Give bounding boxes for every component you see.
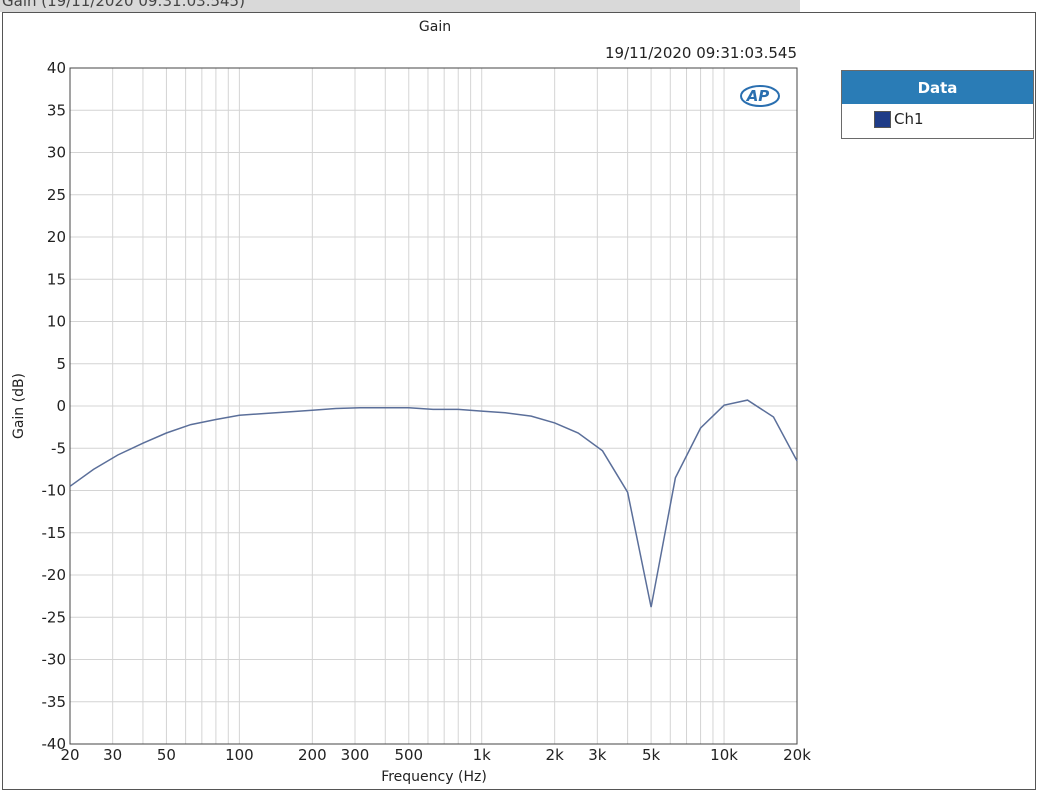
y-tick-label: -40 bbox=[42, 735, 67, 753]
legend-swatch bbox=[874, 110, 891, 128]
y-tick-label: -15 bbox=[42, 524, 67, 542]
x-axis-ticks: 20 30 50 100 200 300 500 1k 2k 3k 5k 10k 20k bbox=[60, 746, 811, 764]
y-tick-label: 25 bbox=[47, 186, 66, 204]
x-tick-label: 3k bbox=[588, 746, 607, 764]
x-tick-label: 500 bbox=[394, 746, 423, 764]
x-tick-label: 10k bbox=[710, 746, 738, 764]
logo-text: AP bbox=[746, 87, 770, 105]
window-tab-title: Gain (19/11/2020 09:31:03.545) bbox=[2, 0, 245, 10]
chart-title: Gain bbox=[419, 19, 451, 35]
y-tick-label: 15 bbox=[47, 270, 66, 288]
x-tick-label: 20k bbox=[783, 746, 811, 764]
y-tick-label: -30 bbox=[42, 651, 67, 669]
legend-item-ch1[interactable]: Ch1 bbox=[842, 104, 1033, 134]
legend-header: Data bbox=[842, 71, 1033, 104]
y-tick-label: 20 bbox=[47, 228, 66, 246]
y-tick-label: 10 bbox=[47, 313, 66, 331]
audio-precision-logo: AP bbox=[740, 85, 780, 107]
x-axis-title: Frequency (Hz) bbox=[381, 769, 487, 785]
y-tick-label: 5 bbox=[56, 355, 66, 373]
legend: Data Ch1 bbox=[841, 70, 1034, 139]
x-tick-label: 300 bbox=[341, 746, 370, 764]
chart-timestamp: 19/11/2020 09:31:03.545 bbox=[605, 44, 797, 62]
x-tick-label: 5k bbox=[642, 746, 661, 764]
y-tick-label: 0 bbox=[56, 397, 66, 415]
y-tick-label: -10 bbox=[42, 482, 67, 500]
x-tick-label: 30 bbox=[103, 746, 122, 764]
window-tab[interactable]: Gain (19/11/2020 09:31:03.545) bbox=[0, 0, 800, 12]
series-line-ch1 bbox=[69, 399, 798, 608]
y-tick-label: 40 bbox=[47, 59, 66, 77]
y-tick-label: -5 bbox=[51, 439, 66, 457]
y-tick-label: 35 bbox=[47, 101, 66, 119]
grid bbox=[70, 68, 797, 744]
x-tick-label: 50 bbox=[157, 746, 176, 764]
x-tick-label: 1k bbox=[473, 746, 492, 764]
x-tick-label: 2k bbox=[546, 746, 565, 764]
x-tick-label: 100 bbox=[225, 746, 254, 764]
x-tick-label: 200 bbox=[298, 746, 327, 764]
y-axis-title: Gain (dB) bbox=[11, 373, 27, 439]
series-layer bbox=[69, 399, 798, 608]
y-tick-label: 30 bbox=[47, 144, 66, 162]
y-tick-label: -25 bbox=[42, 608, 67, 626]
legend-item-label: Ch1 bbox=[894, 110, 924, 128]
y-axis-ticks: 40 35 30 25 20 15 10 5 0 -5 -10 -15 -20 -25 -30 -35 -40 bbox=[42, 59, 67, 753]
y-tick-label: -35 bbox=[42, 693, 67, 711]
y-tick-label: -20 bbox=[42, 566, 67, 584]
